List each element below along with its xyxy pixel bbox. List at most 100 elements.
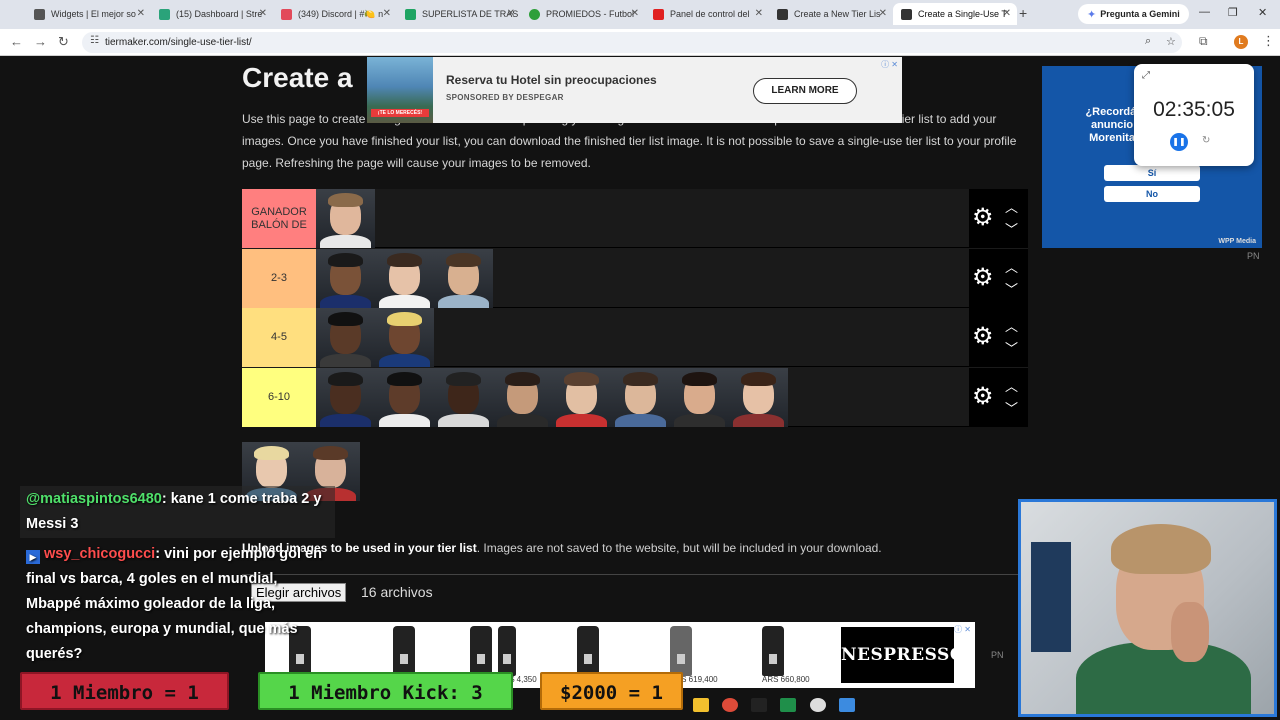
player-image[interactable] (552, 368, 611, 427)
file-count: 16 archivos (361, 584, 433, 600)
player-image[interactable] (493, 368, 552, 427)
player-image[interactable] (316, 368, 375, 427)
tier-row: 6-10 ⚙ ︿ ﹀ (242, 368, 1028, 427)
player-image[interactable] (375, 368, 434, 427)
upload-rest: . Images are not saved to the website, b… (476, 541, 882, 555)
tab-create-new-tier[interactable]: Create a New Tier Lis ✕ (769, 3, 893, 25)
player-image[interactable] (670, 368, 729, 427)
tab-title: Create a Single-Use T (918, 9, 1007, 19)
app-icon[interactable] (839, 698, 855, 712)
tab-close-icon[interactable]: ✕ (137, 8, 145, 19)
tier-label[interactable]: 6-10 (242, 368, 316, 427)
site-info-icon[interactable]: ☷ (90, 35, 99, 46)
player-shirt (379, 414, 430, 427)
ad-option-no[interactable]: No (1104, 186, 1200, 202)
pip-icon[interactable]: ⤢ (1142, 70, 1150, 81)
coffee-machine-image (393, 626, 415, 676)
profile-avatar[interactable]: L (1234, 35, 1248, 49)
player-image[interactable] (316, 308, 375, 367)
player-hair (328, 372, 363, 386)
tab-discord[interactable]: (349) Discord | #🍋 n ✕ (273, 3, 397, 25)
tab-close-icon[interactable]: ✕ (1003, 8, 1011, 19)
tab-youtube-studio[interactable]: Panel de control del ✕ (645, 3, 769, 25)
player-image[interactable] (611, 368, 670, 427)
folder-icon[interactable] (693, 698, 709, 712)
back-icon[interactable]: ← (10, 34, 23, 49)
minimize-icon[interactable]: — (1199, 6, 1210, 18)
player-shirt (733, 414, 784, 427)
tab-favicon-icon (901, 8, 912, 20)
ad-close-icon[interactable]: ⓘ ✕ (881, 59, 898, 70)
chrome-icon[interactable] (722, 698, 738, 712)
chevron-down-icon[interactable]: ﹀ (1005, 338, 1018, 357)
tab-superlista[interactable]: SUPERLISTA DE TRAS ✕ (397, 3, 521, 25)
ad-learn-more-button[interactable]: LEARN MORE (753, 78, 857, 104)
tier-label[interactable]: GANADOR BALÓN DE (242, 189, 316, 248)
clock-icon[interactable] (810, 698, 826, 712)
bookmark-star-icon[interactable]: ☆ (1166, 35, 1176, 48)
gear-icon[interactable]: ⚙ (972, 385, 994, 409)
tab-close-icon[interactable]: ✕ (879, 8, 887, 19)
excel-icon[interactable] (780, 698, 796, 712)
chevron-up-icon[interactable]: ︿ (1005, 257, 1018, 276)
browser-tab-bar: Widgets | El mejor so ✕ (15) Dashboard |… (0, 0, 1280, 29)
player-hair (564, 372, 599, 386)
player-image[interactable] (316, 249, 375, 308)
page-title: Create a (242, 62, 353, 93)
pause-icon[interactable]: ❚❚ (1170, 133, 1188, 151)
reset-icon[interactable]: ↻ (1202, 135, 1210, 146)
tab-title: Panel de control del (670, 9, 750, 19)
chevron-up-icon[interactable]: ︿ (1005, 197, 1018, 216)
tab-favicon-icon (159, 8, 170, 20)
url-bar[interactable]: ☷ tiermaker.com/single-use-tier-list/ ⌕ … (82, 32, 1182, 53)
tab-single-use[interactable]: Create a Single-Use T ✕ (893, 3, 1017, 25)
extensions-icon[interactable]: ⧉ (1199, 34, 1208, 49)
tier-label[interactable]: 2-3 (242, 249, 316, 308)
tab-favicon-icon (34, 8, 45, 20)
kick-badge-icon: ▶ (26, 550, 40, 564)
player-image[interactable] (434, 249, 493, 308)
new-tab-button[interactable]: + (1019, 5, 1027, 21)
tab-close-icon[interactable]: ✕ (631, 8, 639, 19)
player-shirt (556, 414, 607, 427)
tab-dashboard[interactable]: (15) Dashboard | Stre ✕ (151, 3, 273, 25)
menu-kebab-icon[interactable]: ⋮ (1262, 33, 1275, 49)
app-icon[interactable] (751, 698, 767, 712)
player-hair (623, 372, 658, 386)
player-image[interactable] (434, 368, 493, 427)
tab-close-icon[interactable]: ✕ (507, 8, 515, 19)
chat-message: @matiaspintos6480: kane 1 come traba 2 y… (26, 487, 336, 537)
gear-icon[interactable]: ⚙ (972, 325, 994, 349)
hotel-ad[interactable]: ¡TE LO MERECÉS! Reserva tu Hotel sin pre… (367, 57, 902, 123)
player-hair (505, 372, 540, 386)
tab-promiedos[interactable]: PROMIEDOS - Futbol ✕ (521, 3, 645, 25)
close-window-icon[interactable]: ✕ (1258, 6, 1267, 19)
tab-close-icon[interactable]: ✕ (755, 8, 763, 19)
player-image[interactable] (375, 308, 434, 367)
player-image[interactable] (316, 189, 375, 248)
ad-close-icon[interactable]: ⓘ ✕ (954, 624, 971, 635)
chevron-up-icon[interactable]: ︿ (1005, 376, 1018, 395)
tab-title: SUPERLISTA DE TRAS (422, 9, 519, 19)
chevron-down-icon[interactable]: ﹀ (1005, 219, 1018, 238)
player-shirt (379, 295, 430, 308)
player-image[interactable] (375, 249, 434, 308)
gear-icon[interactable]: ⚙ (972, 206, 994, 230)
tab-close-icon[interactable]: ✕ (383, 8, 391, 19)
gemini-button[interactable]: ✦ Pregunta a Gemini (1078, 4, 1189, 24)
tier-label[interactable]: 4-5 (242, 308, 316, 367)
tab-close-icon[interactable]: ✕ (259, 8, 267, 19)
zoom-icon[interactable]: ⌕ (1145, 35, 1151, 48)
chevron-down-icon[interactable]: ﹀ (1005, 398, 1018, 417)
restore-icon[interactable]: ❐ (1228, 6, 1238, 19)
chevron-down-icon[interactable]: ﹀ (1005, 279, 1018, 298)
player-image[interactable] (729, 368, 788, 427)
forward-icon[interactable]: → (34, 34, 47, 49)
tab-widgets[interactable]: Widgets | El mejor so ✕ (26, 3, 151, 25)
player-shirt (615, 414, 666, 427)
reload-icon[interactable]: ↻ (58, 34, 69, 50)
gear-icon[interactable]: ⚙ (972, 266, 994, 290)
tier-controls: ⚙ ︿ ﹀ (969, 189, 1028, 248)
ad-option-yes[interactable]: Sí (1104, 165, 1200, 181)
chevron-up-icon[interactable]: ︿ (1005, 316, 1018, 335)
